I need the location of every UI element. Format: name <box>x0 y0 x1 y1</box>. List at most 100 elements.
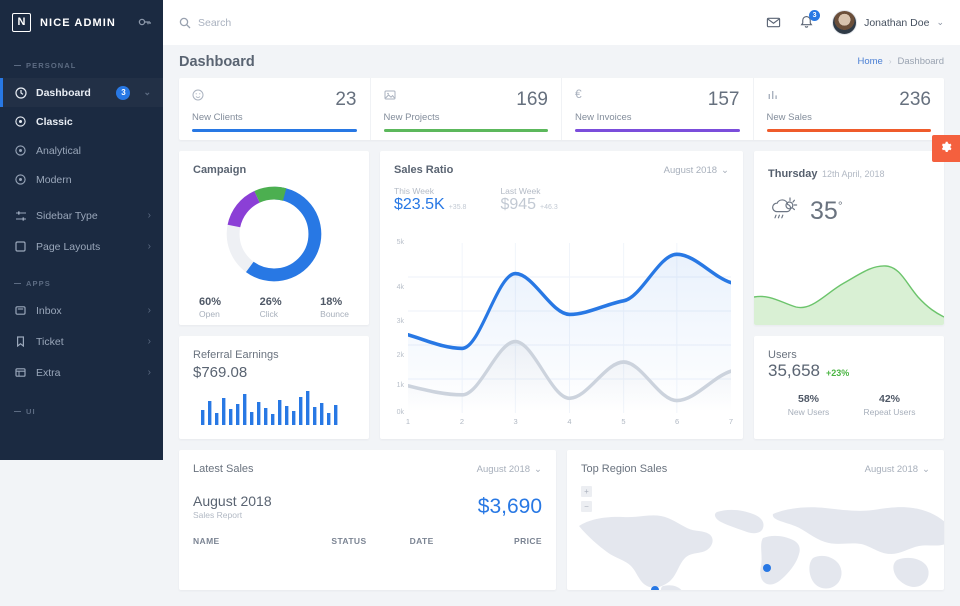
chevron-right-icon[interactable]: › <box>148 336 151 347</box>
chevron-right-icon[interactable]: › <box>148 367 151 378</box>
gear-icon <box>940 140 952 158</box>
chevron-right-icon[interactable]: › <box>148 241 151 252</box>
users-card: Users 35,658 +23% 58% New Users 42% Repe… <box>754 336 944 439</box>
column-header-price: PRICE <box>514 536 542 546</box>
campaign-legend-label: Bounce <box>320 309 349 319</box>
weather-day: Thursday <box>768 168 818 180</box>
content: 23 New Clients 169 New Projects € 157 Ne… <box>163 78 960 590</box>
users-title: Users <box>768 349 797 361</box>
topbar-actions: 3 Jonathan Doe ⌄ <box>766 10 944 35</box>
stat-card-new-sales[interactable]: 236 New Sales <box>752 78 945 140</box>
avatar <box>832 10 858 35</box>
y-tick: 0k <box>396 409 404 416</box>
referral-amount: $769.08 <box>193 364 248 381</box>
last-week-value-row: $945 +46.3 <box>500 196 557 214</box>
top-region-period-dropdown[interactable]: August 2018 ⌄ <box>865 464 930 475</box>
campaign-card: Campaign 60% Open 26% Click 18% Bounce <box>179 151 369 325</box>
this-week-delta: +35.8 <box>448 204 467 211</box>
campaign-legend-value: 60% <box>199 296 222 308</box>
campaign-legend-item: 18% Bounce <box>320 296 349 319</box>
sidebar-item-sidebar-type[interactable]: Sidebar Type › <box>0 201 163 230</box>
sidebar-item-modern[interactable]: Modern <box>0 165 163 194</box>
sidebar-item-label: Modern <box>36 173 72 186</box>
sidebar-item-ticket[interactable]: Ticket › <box>0 327 163 356</box>
campaign-legend-label: Open <box>199 309 220 319</box>
sidebar-item-label: Sidebar Type <box>36 209 98 222</box>
last-week-value: $945 <box>500 196 537 213</box>
search-bar[interactable] <box>179 16 758 29</box>
breadcrumb-separator: › <box>888 57 892 66</box>
key-icon[interactable] <box>138 16 151 30</box>
campaign-legend-item: 26% Click <box>260 296 282 319</box>
breadcrumb-current: Dashboard <box>897 56 944 67</box>
campaign-legend-value: 18% <box>320 296 343 308</box>
x-tick: 6 <box>674 417 680 426</box>
sales-ratio-period-dropdown[interactable]: August 2018 ⌄ <box>664 165 729 176</box>
bell-icon[interactable]: 3 <box>799 10 821 30</box>
referral-bar-chart <box>201 391 338 425</box>
sidebar-item-inbox[interactable]: Inbox › <box>0 296 163 325</box>
chevron-right-icon[interactable]: › <box>148 210 151 221</box>
user-name: Jonathan Doe <box>864 16 930 29</box>
weather-card: Thursday 12th April, 2018 35° <box>754 151 944 325</box>
brand[interactable]: N NICE ADMIN <box>0 0 163 45</box>
latest-sales-summary: August 2018 Sales Report $3,690 <box>193 493 542 520</box>
users-new-label: New Users <box>787 407 830 417</box>
sidebar-item-extra[interactable]: Extra › <box>0 358 163 387</box>
x-tick: 5 <box>621 417 626 426</box>
users-split: 58% New Users 42% Repeat Users <box>768 393 930 417</box>
campaign-legend-item: 60% Open <box>199 296 221 319</box>
sales-ratio-title: Sales Ratio <box>394 164 454 176</box>
stat-progress-bar <box>192 129 357 132</box>
stat-card-new-invoices[interactable]: € 157 New Invoices <box>561 78 753 140</box>
sidebar-item-classic[interactable]: Classic <box>0 107 163 136</box>
users-repeat-value: 42% <box>878 393 900 405</box>
chevron-down-icon[interactable]: ⌄ <box>143 87 151 98</box>
sidebar-item-label: Dashboard <box>36 86 91 99</box>
y-tick: 5k <box>396 239 404 246</box>
this-week-label: This Week <box>394 186 434 196</box>
x-tick: 1 <box>405 417 411 426</box>
sidebar-item-page-layouts[interactable]: Page Layouts › <box>0 232 163 261</box>
y-tick: 1k <box>396 382 404 390</box>
window-icon <box>14 366 27 379</box>
topbar: 3 Jonathan Doe ⌄ <box>163 0 960 45</box>
breadcrumb-home[interactable]: Home <box>858 56 883 67</box>
chevron-down-icon[interactable]: ⌄ <box>936 17 944 28</box>
sales-ratio-line-chart: 5k 4k 3k 2k 1k 0k 1 2 3 4 5 6 7 <box>390 239 733 431</box>
sidebar-item-label: Ticket <box>36 335 64 348</box>
chevron-right-icon[interactable]: › <box>148 305 151 316</box>
envelope-icon[interactable] <box>766 15 781 30</box>
users-repeat-label: Repeat Users <box>863 407 916 417</box>
sidebar-badge: 3 <box>116 85 131 100</box>
campaign-donut-chart <box>193 180 355 288</box>
stat-value: 157 <box>707 89 740 110</box>
this-week-value: $23.5K <box>394 196 445 213</box>
latest-sales-period-dropdown[interactable]: August 2018 ⌄ <box>477 464 542 475</box>
latest-sales-month-block: August 2018 Sales Report <box>193 493 272 520</box>
x-tick: 2 <box>459 417 465 426</box>
stat-label: New Clients <box>192 112 243 123</box>
users-repeat-block: 42% Repeat Users <box>849 393 930 417</box>
n-logo-icon: N <box>12 13 31 32</box>
latest-sales-subtitle: Sales Report <box>193 510 243 520</box>
sidebar-item-label: Analytical <box>36 144 81 157</box>
stat-card-new-clients[interactable]: 23 New Clients <box>179 78 370 140</box>
image-icon <box>384 88 396 106</box>
stat-card-new-projects[interactable]: 169 New Projects <box>369 78 562 140</box>
sliders-icon <box>14 209 27 222</box>
latest-sales-card: Latest Sales August 2018 ⌄ August 2018 S… <box>179 450 556 590</box>
latest-sales-title: Latest Sales <box>193 463 254 475</box>
sales-ratio-card: Sales Ratio August 2018 ⌄ This Week $23.… <box>380 151 743 439</box>
user-menu[interactable]: Jonathan Doe ⌄ <box>832 10 944 35</box>
sales-ratio-summary: This Week $23.5K +35.8 Last Week $945 +4… <box>394 186 729 214</box>
world-map[interactable] <box>567 486 944 590</box>
campaign-legend-label: Click <box>259 309 278 319</box>
marker-europe <box>763 564 771 572</box>
settings-fab-button[interactable] <box>932 135 960 162</box>
sidebar-item-analytical[interactable]: Analytical <box>0 136 163 165</box>
sidebar-item-label: Page Layouts <box>36 240 101 253</box>
search-input[interactable] <box>198 16 398 29</box>
square-icon <box>14 240 27 253</box>
sidebar-item-dashboard[interactable]: Dashboard 3 ⌄ <box>0 78 163 107</box>
